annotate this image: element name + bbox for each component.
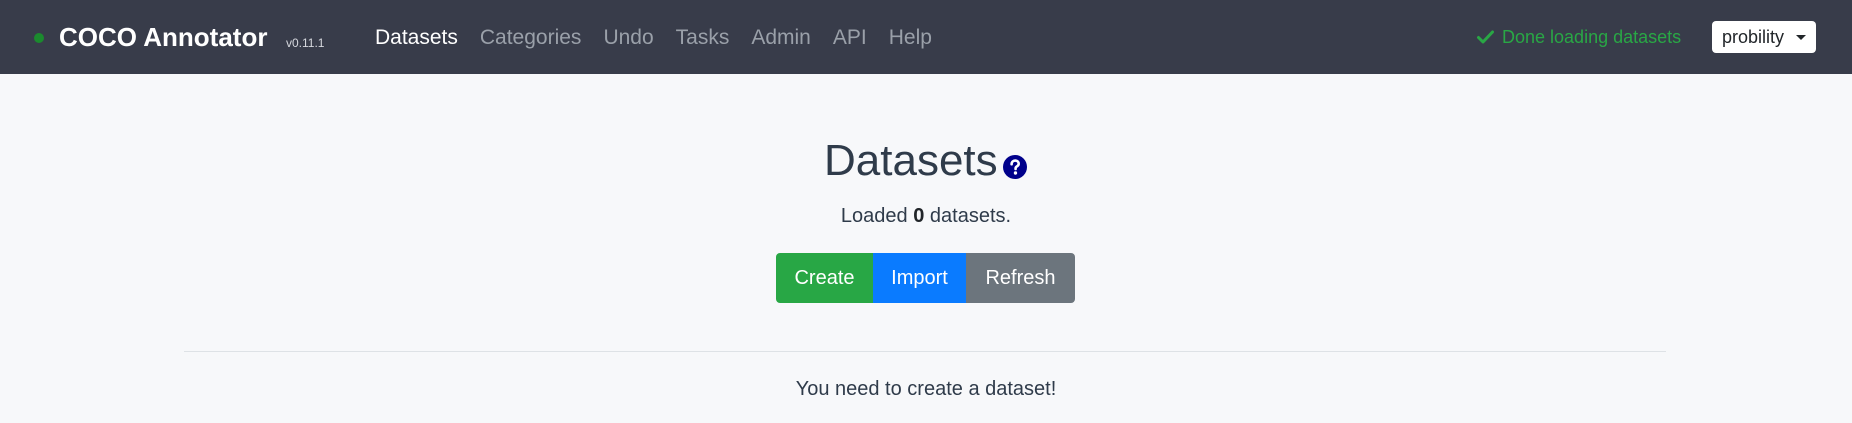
page-title: Datasets xyxy=(824,136,998,185)
datasets-count-text: Loaded 0 datasets. xyxy=(0,204,1852,228)
import-button[interactable]: Import xyxy=(873,253,966,303)
user-dropdown[interactable]: probility xyxy=(1712,21,1816,53)
nav-menu: Datasets Categories Undo Tasks Admin API… xyxy=(375,25,954,51)
refresh-button[interactable]: Refresh xyxy=(966,253,1075,303)
check-icon xyxy=(1477,30,1494,44)
dataset-actions: Create Import Refresh xyxy=(776,253,1075,303)
nav-categories[interactable]: Categories xyxy=(480,25,582,51)
top-navbar: COCO Annotator v0.11.1 Datasets Categori… xyxy=(0,0,1852,74)
nav-help[interactable]: Help xyxy=(889,25,932,51)
divider xyxy=(184,351,1666,352)
app-version: v0.11.1 xyxy=(286,36,325,50)
nav-admin[interactable]: Admin xyxy=(751,25,811,51)
app-name[interactable]: COCO Annotator xyxy=(59,22,267,52)
datasets-count: 0 xyxy=(913,205,925,227)
nav-datasets[interactable]: Datasets xyxy=(375,25,458,51)
nav-undo[interactable]: Undo xyxy=(603,25,653,51)
help-icon[interactable] xyxy=(1003,155,1027,179)
nav-tasks[interactable]: Tasks xyxy=(676,25,730,51)
loading-status: Done loading datasets xyxy=(1477,26,1681,48)
subtitle-suffix: datasets. xyxy=(924,205,1012,227)
user-name: probility xyxy=(1722,26,1785,47)
status-text: Done loading datasets xyxy=(1502,27,1682,47)
status-dot-icon xyxy=(34,33,44,43)
nav-api[interactable]: API xyxy=(833,25,867,51)
caret-down-icon xyxy=(1796,35,1806,40)
create-button[interactable]: Create xyxy=(776,253,873,303)
subtitle-prefix: Loaded xyxy=(840,205,914,227)
empty-state-message: You need to create a dataset! xyxy=(795,378,1057,400)
